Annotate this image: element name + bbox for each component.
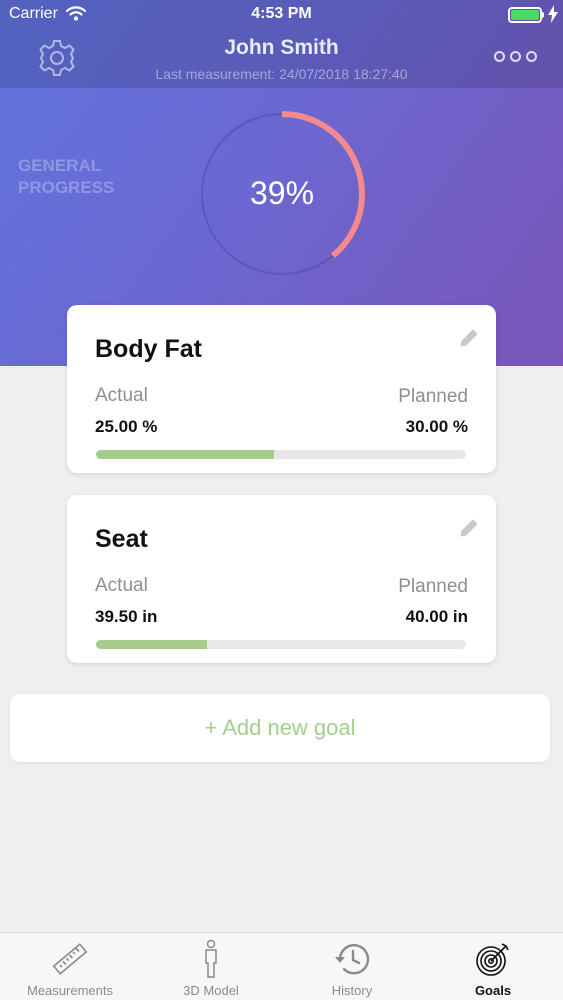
- more-dots-icon[interactable]: [494, 51, 537, 62]
- tab-measurements[interactable]: Measurements: [0, 933, 140, 1000]
- actual-label: Actual: [95, 575, 148, 596]
- planned-value: 40.00 in: [405, 607, 468, 626]
- goal-progress-bar: [96, 640, 207, 649]
- goal-progress-track: [96, 450, 466, 459]
- status-time: 4:53 PM: [251, 5, 312, 22]
- general-progress-value: 39%: [249, 175, 315, 211]
- tab-label: History: [331, 983, 373, 998]
- user-name: John Smith: [224, 36, 339, 59]
- tab-3d-model[interactable]: 3D Model: [141, 933, 281, 1000]
- tab-label: Measurements: [27, 983, 113, 998]
- planned-label: Planned: [398, 576, 468, 597]
- history-icon: [282, 939, 422, 979]
- status-bar: Carrier 4:53 PM: [0, 0, 563, 30]
- pencil-icon[interactable]: [458, 327, 480, 354]
- actual-value: 25.00 %: [95, 417, 158, 436]
- goal-title: Seat: [95, 525, 148, 553]
- actual-value: 39.50 in: [95, 607, 158, 626]
- body-model-icon: [141, 939, 281, 979]
- general-progress-label: GENERAL PROGRESS: [18, 156, 115, 197]
- target-icon: [423, 939, 563, 979]
- goal-title: Body Fat: [95, 335, 202, 363]
- battery-icon: [508, 7, 542, 23]
- goal-card-seat[interactable]: Seat Actual Planned 39.50 in 40.00 in: [67, 495, 496, 663]
- tab-history[interactable]: History: [282, 933, 422, 1000]
- ruler-icon: [0, 939, 140, 979]
- last-measurement: Last measurement: 24/07/2018 18:27:40: [155, 66, 408, 82]
- pencil-icon[interactable]: [458, 517, 480, 544]
- tab-label: Goals: [474, 983, 512, 998]
- tab-goals[interactable]: Goals: [423, 933, 563, 1000]
- actual-label: Actual: [95, 385, 148, 406]
- goal-card-body-fat[interactable]: Body Fat Actual Planned 25.00 % 30.00 %: [67, 305, 496, 473]
- tab-label: 3D Model: [183, 983, 239, 998]
- goal-progress-track: [96, 640, 466, 649]
- tab-bar: Measurements 3D Model History Goals: [0, 932, 563, 1000]
- add-new-goal-button[interactable]: + Add new goal: [10, 694, 550, 762]
- planned-label: Planned: [398, 386, 468, 407]
- charging-bolt-icon: [548, 5, 558, 28]
- goal-progress-bar: [96, 450, 274, 459]
- planned-value: 30.00 %: [405, 417, 468, 436]
